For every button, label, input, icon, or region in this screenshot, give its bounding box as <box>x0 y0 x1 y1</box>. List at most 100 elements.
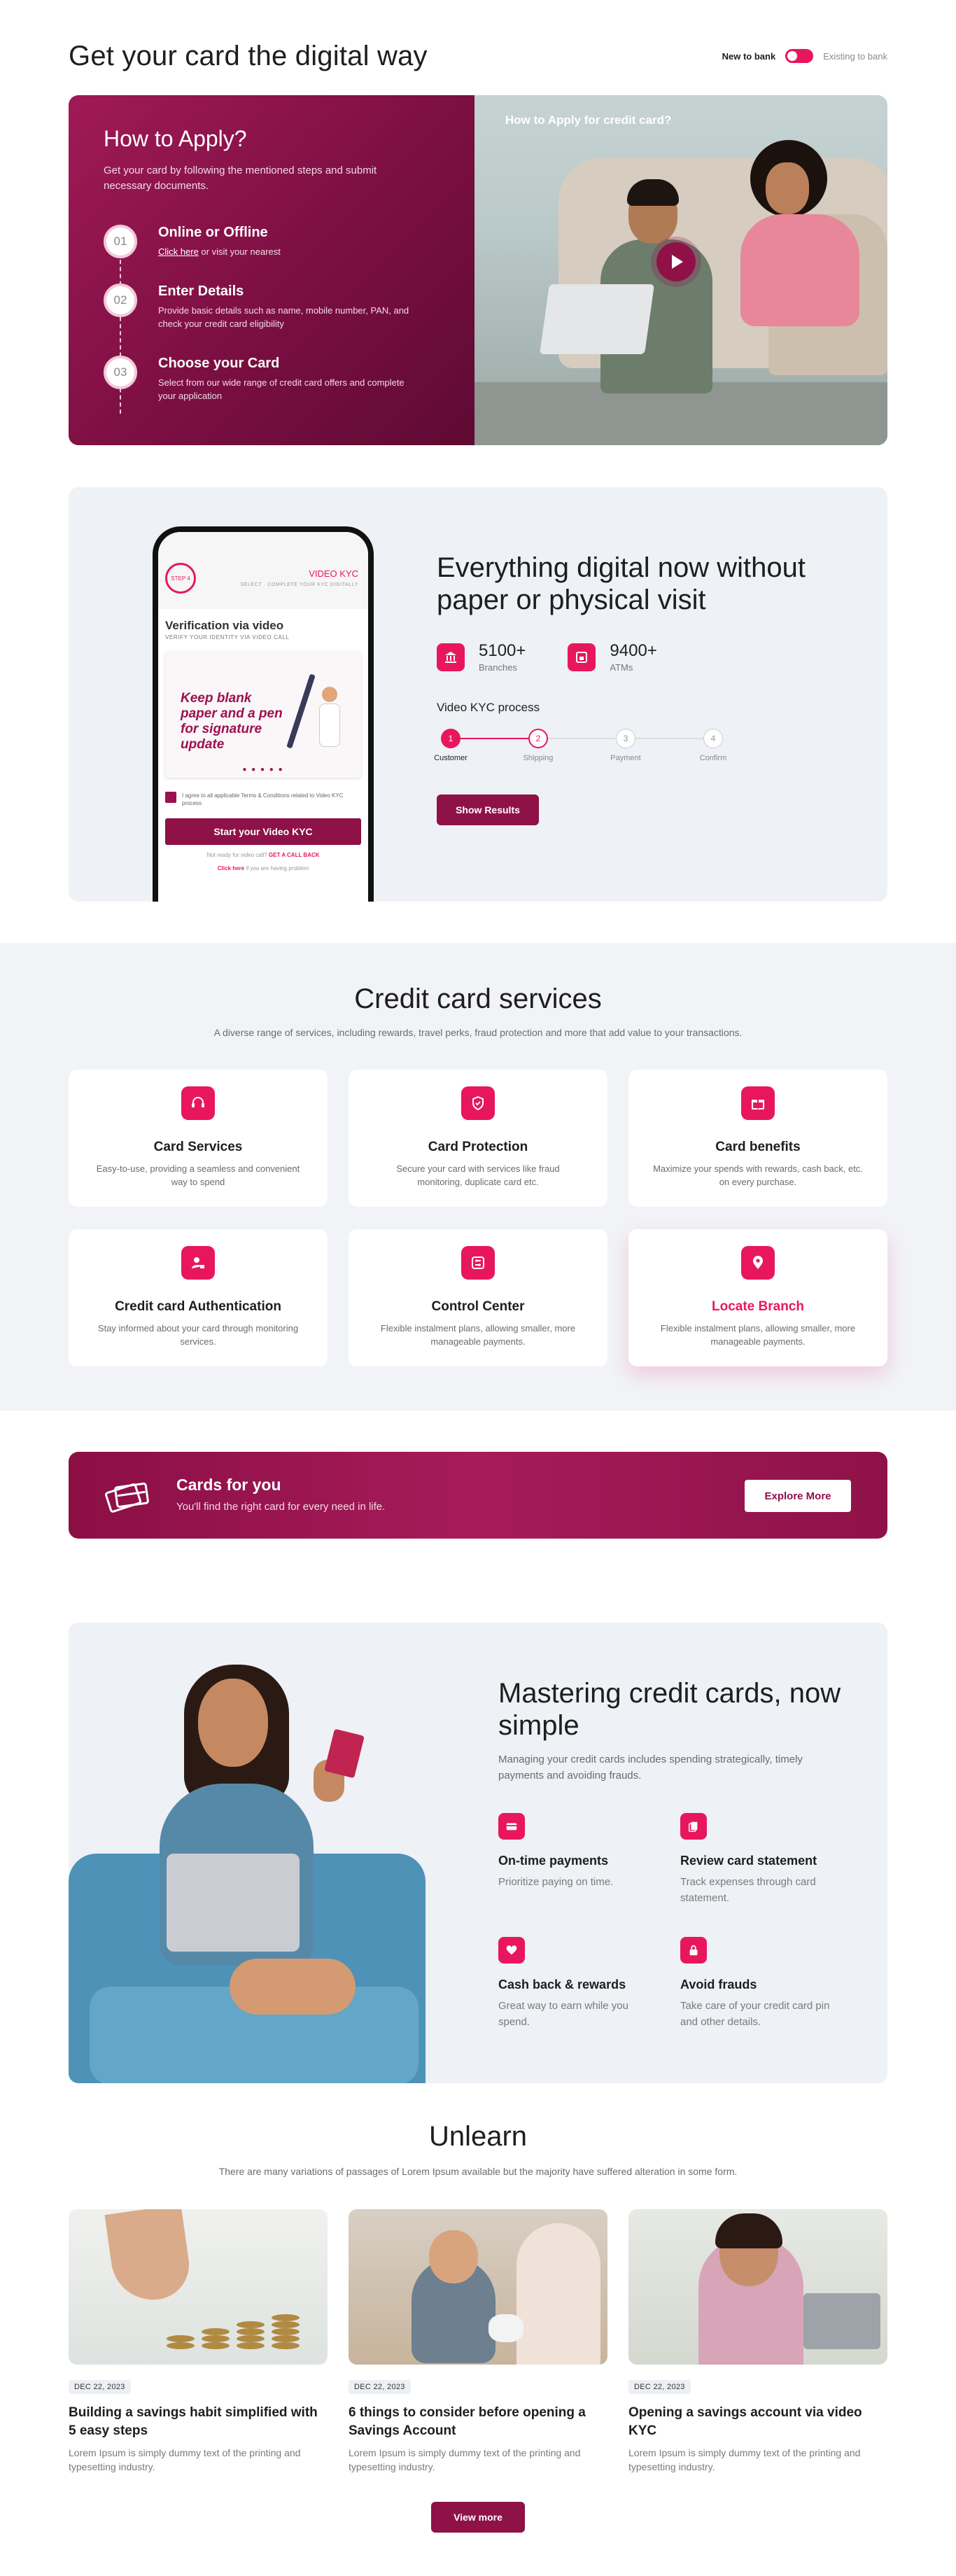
step-number: 02 <box>104 284 137 317</box>
phone-footer-text: Not ready for video call? <box>206 852 267 858</box>
family-savings-image <box>349 2209 607 2365</box>
pen-icon <box>286 673 316 749</box>
post-desc: Lorem Ipsum is simply dummy text of the … <box>349 2447 581 2472</box>
stepper-step-customer[interactable]: 1 Customer <box>434 729 468 762</box>
mastering-subtitle: Managing your credit cards includes spen… <box>498 1754 803 1782</box>
digital-kyc-section: STEP 4 VIDEO KYC SELECT · COMPLETE YOUR … <box>69 487 887 902</box>
tip-item: Avoid frauds Take care of your credit ca… <box>680 1937 862 2030</box>
service-card-locate-branch[interactable]: Locate Branch Flexible instalment plans,… <box>628 1229 887 1366</box>
stepper-label: Payment <box>610 754 641 762</box>
credit-cards-icon <box>105 1482 149 1513</box>
phone-footer: Not ready for video call? GET A CALL BAC… <box>158 852 368 858</box>
user-lock-icon <box>181 1246 215 1280</box>
service-card-authentication[interactable]: Credit card Authentication Stay informed… <box>69 1229 328 1366</box>
headset-icon <box>181 1086 215 1120</box>
phone-brand-sub: SELECT · COMPLETE YOUR KYC DIGITALLY <box>240 582 358 587</box>
click-here-link[interactable]: Click here <box>158 246 199 257</box>
gift-icon <box>741 1086 775 1120</box>
tip-item: Cash back & rewards Great way to earn wh… <box>498 1937 680 2030</box>
heart-icon <box>498 1937 525 1963</box>
banner-title: Cards for you <box>176 1476 281 1494</box>
stat-label: ATMs <box>610 662 633 673</box>
service-desc: Flexible instalment plans, allowing smal… <box>380 1323 576 1347</box>
service-card-card-services[interactable]: Card Services Easy-to-use, providing a s… <box>69 1070 328 1207</box>
stepper-step-shipping[interactable]: 2 Shipping <box>523 729 553 762</box>
sliders-icon <box>461 1246 495 1280</box>
tip-desc: Track expenses through card statement. <box>680 1876 816 1904</box>
view-more-button[interactable]: View more <box>431 2502 525 2533</box>
how-to-apply-section: How to Apply? Get your card by following… <box>69 95 887 445</box>
post-date: DEC 22, 2023 <box>69 2380 131 2394</box>
consent-text: I agree to all applicable Terms & Condit… <box>182 792 344 806</box>
video-title: How to Apply for credit card? <box>505 113 672 127</box>
service-desc: Easy-to-use, providing a seamless and co… <box>96 1163 300 1187</box>
stat-value: 5100+ <box>479 641 526 660</box>
carousel-dots: ● ● ● ● ● <box>242 766 284 774</box>
services-subtitle: A diverse range of services, including r… <box>213 1027 743 1038</box>
blog-card[interactable]: DEC 22, 2023 Building a savings habit si… <box>69 2209 328 2474</box>
step-desc: Select from our wide range of credit car… <box>158 377 405 401</box>
stat-value: 9400+ <box>610 641 657 660</box>
step-number: 03 <box>104 356 137 389</box>
apply-steps: 01 Online or Offline Click here or visit… <box>104 225 440 414</box>
video-kyc-woman-image <box>628 2209 887 2365</box>
page: Get your card the digital way New to ban… <box>0 0 956 2576</box>
step-title: Enter Details <box>158 284 244 299</box>
service-desc: Maximize your spends with rewards, cash … <box>653 1163 863 1187</box>
step-desc: Click here or visit your nearest <box>158 245 424 258</box>
service-card-card-benefits[interactable]: Card benefits Maximize your spends with … <box>628 1070 887 1207</box>
show-results-button[interactable]: Show Results <box>437 794 539 825</box>
stepper-label: Customer <box>434 754 468 762</box>
toggle-label-existing[interactable]: Existing to bank <box>823 51 887 62</box>
step-desc: Provide basic details such as name, mobi… <box>158 305 409 329</box>
stats-row: 5100+ Branches 9400+ ATMs <box>437 641 843 673</box>
service-card-control-center[interactable]: Control Center Flexible instalment plans… <box>349 1229 607 1366</box>
apply-video-panel: How to Apply for credit card? <box>475 95 887 445</box>
tip-title: On-time payments <box>498 1854 609 1868</box>
post-title[interactable]: Opening a savings account via video KYC <box>628 2404 887 2440</box>
woman-illustration <box>726 137 866 326</box>
service-title: Card Protection <box>428 1140 528 1154</box>
lock-icon <box>680 1937 707 1963</box>
phone-header: STEP 4 VIDEO KYC SELECT · COMPLETE YOUR … <box>158 532 368 609</box>
apply-subtitle: Get your card by following the mentioned… <box>104 164 377 192</box>
post-date: DEC 22, 2023 <box>628 2380 691 2394</box>
service-card-card-protection[interactable]: Card Protection Secure your card with se… <box>349 1070 607 1207</box>
stepper-step-payment[interactable]: 3 Payment <box>610 729 641 762</box>
play-video-button[interactable] <box>656 242 696 281</box>
explore-more-button[interactable]: Explore More <box>745 1480 851 1512</box>
tips-grid: On-time payments Prioritize paying on ti… <box>498 1813 862 2030</box>
bank-toggle-switch[interactable] <box>785 49 814 63</box>
post-desc: Lorem Ipsum is simply dummy text of the … <box>69 2447 301 2472</box>
blog-card[interactable]: DEC 22, 2023 Opening a savings account v… <box>628 2209 887 2474</box>
woman-with-card-illustration <box>69 1623 426 2083</box>
service-title: Card benefits <box>715 1140 801 1154</box>
instruction-text: Keep blank paper and a pen for signature… <box>181 691 283 752</box>
tip-item: On-time payments Prioritize paying on ti… <box>498 1813 680 1906</box>
tip-item: Review card statement Track expenses thr… <box>680 1813 862 1906</box>
post-title[interactable]: 6 things to consider before opening a Sa… <box>349 2404 607 2440</box>
post-title[interactable]: Building a savings habit simplified with… <box>69 2404 328 2440</box>
help-link[interactable]: Click here <box>218 865 244 872</box>
call-back-link[interactable]: GET A CALL BACK <box>269 852 320 858</box>
phone-title: Verification via video <box>165 619 284 632</box>
consent-checkbox[interactable] <box>165 792 176 803</box>
service-title: Credit card Authentication <box>115 1299 281 1314</box>
step-desc-text: or visit your nearest <box>198 246 281 257</box>
start-video-kyc-button[interactable]: Start your Video KYC <box>165 818 361 845</box>
step-number: 01 <box>104 225 137 258</box>
atm-icon <box>568 643 596 671</box>
phone-mockup: STEP 4 VIDEO KYC SELECT · COMPLETE YOUR … <box>153 526 374 902</box>
tip-title: Avoid frauds <box>680 1977 757 1991</box>
tip-desc: Prioritize paying on time. <box>498 1876 614 1888</box>
stepper-step-confirm[interactable]: 4 Confirm <box>699 729 727 762</box>
phone-subtitle: VERIFY YOUR IDENTITY VIA VIDEO CALL <box>165 634 290 640</box>
blog-card[interactable]: DEC 22, 2023 6 things to consider before… <box>349 2209 607 2474</box>
post-desc: Lorem Ipsum is simply dummy text of the … <box>628 2447 861 2472</box>
tip-desc: Take care of your credit card pin and ot… <box>680 2000 830 2028</box>
apply-step: 02 Enter Details Provide basic details s… <box>104 284 440 330</box>
tip-desc: Great way to earn while you spend. <box>498 2000 628 2028</box>
services-title: Credit card services <box>354 983 602 1014</box>
tip-title: Review card statement <box>680 1854 817 1868</box>
toggle-label-new[interactable]: New to bank <box>722 51 776 62</box>
